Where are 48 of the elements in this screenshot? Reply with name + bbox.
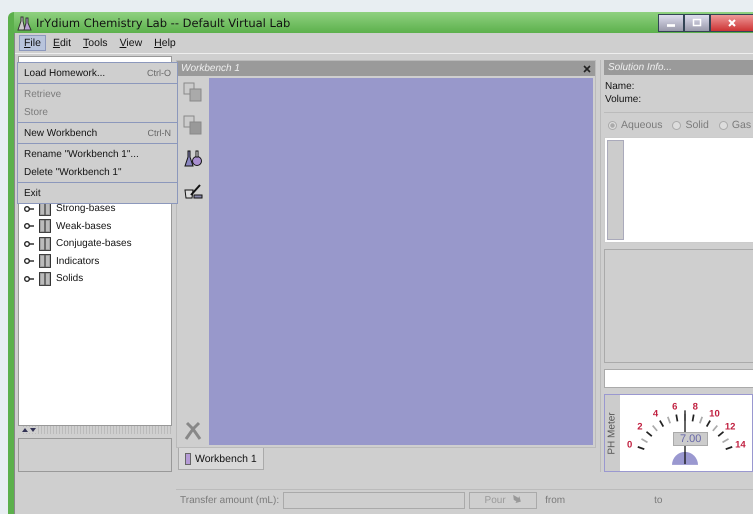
- maximize-button[interactable]: [684, 14, 710, 32]
- transfer-field[interactable]: [283, 492, 466, 508]
- expand-icon[interactable]: [24, 204, 34, 213]
- expand-icon[interactable]: [24, 222, 34, 230]
- close-button[interactable]: [710, 14, 753, 32]
- menu-entry[interactable]: Exit: [18, 184, 177, 202]
- tree-item[interactable]: Weak-bases: [56, 220, 112, 232]
- menu-entry[interactable]: Rename "Workbench 1"...: [18, 145, 177, 163]
- close-icon[interactable]: [583, 64, 591, 72]
- folder-icon: [39, 272, 51, 286]
- volume-label: Volume:: [604, 93, 642, 106]
- meter-label: PH Meter: [607, 412, 618, 454]
- expand-icon[interactable]: [24, 257, 34, 266]
- ph-reading: 7.00: [673, 432, 708, 446]
- expand-icon[interactable]: [24, 274, 34, 283]
- menu-item[interactable]: Edit: [48, 35, 76, 51]
- transfer-label: Transfer amount (mL):: [180, 494, 280, 506]
- panel-title: Solution Info...: [608, 62, 672, 73]
- panel-title: Workbench 1: [181, 63, 240, 74]
- tree-item[interactable]: Strong-bases: [56, 203, 116, 214]
- tree-item[interactable]: Solids: [56, 273, 84, 284]
- flask-icon: [16, 14, 32, 30]
- folder-icon: [39, 254, 51, 268]
- to-label: to: [654, 494, 662, 506]
- maximize-icon: [692, 18, 702, 28]
- bookmark-icon: [185, 452, 191, 464]
- close-icon: [727, 18, 737, 28]
- menu-entry[interactable]: Load Homework... Ctrl-O: [18, 64, 177, 82]
- menu-entry[interactable]: New Workbench Ctrl-N: [18, 124, 177, 142]
- text-field[interactable]: [604, 369, 753, 388]
- from-label: from: [545, 494, 566, 506]
- workbench-tab[interactable]: Workbench 1: [178, 448, 264, 470]
- name-label: Name:: [604, 80, 636, 93]
- arrows-icon[interactable]: [21, 427, 37, 433]
- expand-icon[interactable]: [24, 240, 34, 248]
- folder-icon: [39, 236, 51, 251]
- glassware-icon[interactable]: [183, 148, 203, 168]
- minimize-button[interactable]: [658, 14, 684, 32]
- menu-item[interactable]: View: [114, 35, 148, 51]
- menu-entry[interactable]: Delete "Workbench 1": [18, 163, 177, 181]
- menu-item[interactable]: Tools: [78, 35, 113, 51]
- menu-item[interactable]: File: [19, 35, 46, 51]
- minimize-icon: [667, 24, 675, 26]
- tree-item[interactable]: Indicators: [56, 256, 100, 267]
- folder-icon: [39, 219, 51, 234]
- menu-item[interactable]: Help: [149, 35, 181, 51]
- tree-item[interactable]: Conjugate-bases: [56, 238, 132, 250]
- window-title: IrYdium Chemistry Lab -- Default Virtual Lab: [36, 16, 290, 30]
